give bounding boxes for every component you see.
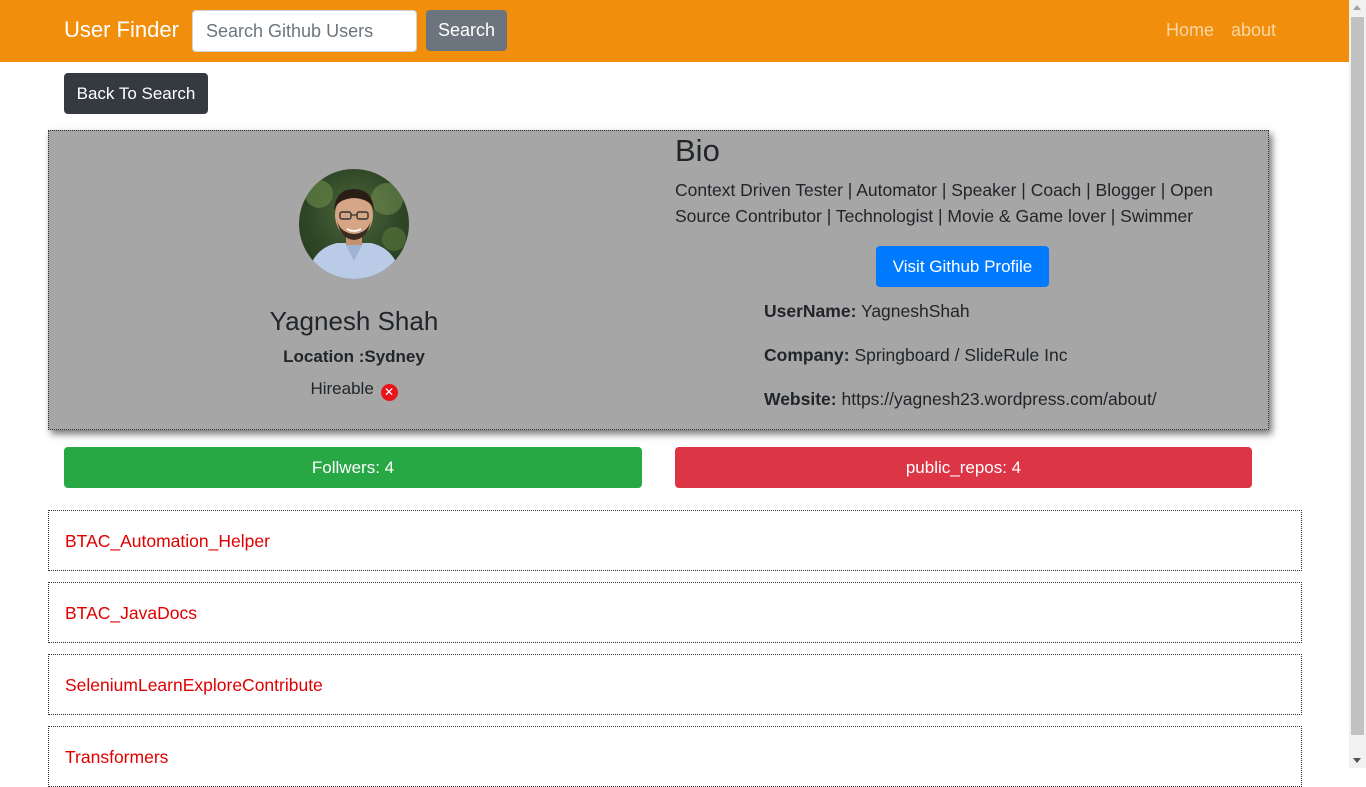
visit-github-profile-button[interactable]: Visit Github Profile [876, 246, 1049, 287]
list-item: BTAC_Automation_Helper [48, 510, 1302, 571]
user-name: Yagnesh Shah [269, 306, 439, 336]
search-button[interactable]: Search [426, 10, 507, 51]
repo-link[interactable]: SeleniumLearnExploreContribute [65, 675, 323, 696]
avatar-portrait [305, 180, 406, 279]
company-value: Springboard / SlideRule Inc [854, 345, 1068, 365]
profile-card: Yagnesh Shah Location :Sydney Hireable ✕… [48, 130, 1269, 430]
scrollbar-thumb[interactable] [1351, 17, 1364, 735]
repo-link[interactable]: Transformers [65, 747, 168, 768]
username-label: UserName: [764, 301, 857, 321]
avatar [299, 169, 409, 279]
company-label: Company: [764, 345, 850, 365]
company-row: Company: Springboard / SlideRule Inc [764, 345, 1067, 366]
search-input[interactable] [192, 10, 417, 52]
nav-link-about[interactable]: about [1231, 20, 1276, 41]
bio-text: Context Driven Tester | Automator | Spea… [675, 180, 1213, 226]
back-to-search-button[interactable]: Back To Search [64, 73, 208, 114]
website-row: Website: https://yagnesh23.wordpress.com… [764, 389, 1157, 410]
brand-title: User Finder [64, 17, 179, 42]
public-repos-badge: public_repos: 4 [675, 447, 1252, 488]
bio-heading: Bio [675, 133, 720, 168]
website-label: Website: [764, 389, 837, 409]
website-value: https://yagnesh23.wordpress.com/about/ [841, 389, 1157, 409]
nav-link-home[interactable]: Home [1166, 20, 1214, 41]
repo-link[interactable]: BTAC_Automation_Helper [65, 531, 270, 552]
followers-badge: Follwers: 4 [64, 447, 642, 488]
navbar: User Finder Search Home about [0, 0, 1349, 62]
hireable-label: Hireable [310, 379, 374, 398]
username-row: UserName: YagneshShah [764, 301, 970, 322]
x-circle-icon: ✕ [380, 384, 398, 401]
vertical-scrollbar[interactable] [1349, 0, 1366, 768]
location: Location :Sydney [283, 347, 425, 366]
repo-link[interactable]: BTAC_JavaDocs [65, 603, 197, 624]
list-item: BTAC_JavaDocs [48, 582, 1302, 643]
scroll-up-arrow-icon[interactable] [1353, 5, 1361, 10]
list-item: Transformers [48, 726, 1302, 787]
hireable-status: Hireable ✕ [49, 379, 659, 401]
scroll-down-arrow-icon[interactable] [1353, 758, 1361, 763]
username-value: YagneshShah [860, 301, 970, 321]
list-item: SeleniumLearnExploreContribute [48, 654, 1302, 715]
